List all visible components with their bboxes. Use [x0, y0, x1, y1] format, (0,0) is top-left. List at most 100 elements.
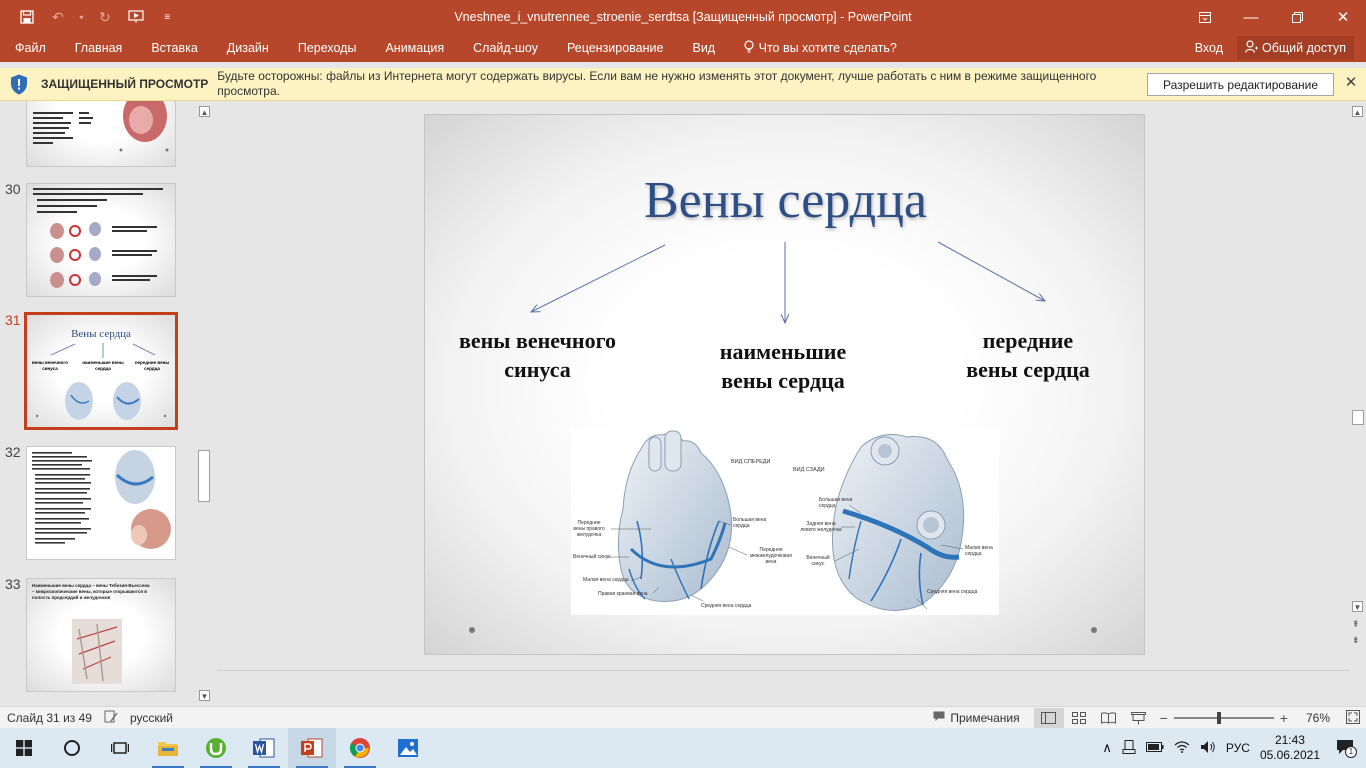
task-view-icon[interactable]: [96, 728, 144, 768]
zoom-level[interactable]: 76%: [1306, 711, 1330, 725]
tab-transitions[interactable]: Переходы: [283, 41, 371, 55]
battery-icon[interactable]: [1145, 741, 1164, 755]
scroll-down-icon[interactable]: ▼: [1352, 601, 1363, 612]
tab-home[interactable]: Главная: [60, 41, 137, 55]
signin-link[interactable]: Вход: [1195, 41, 1223, 55]
photos-icon[interactable]: [384, 728, 432, 768]
usb-device-icon[interactable]: [1122, 739, 1136, 757]
heart-veins-illustration[interactable]: ВИД СПЕРЕДИ ВИД СЗАДИ Передние вены прав…: [571, 429, 999, 615]
close-icon[interactable]: ✕: [1343, 75, 1359, 91]
windows-start-icon[interactable]: [0, 728, 48, 768]
label-coronary-sinus-veins[interactable]: вены венечного синуса: [435, 326, 640, 384]
scroll-up-icon[interactable]: ▲: [1352, 106, 1363, 117]
tab-view[interactable]: Вид: [678, 41, 730, 55]
tab-animations[interactable]: Анимация: [371, 41, 459, 55]
word-icon[interactable]: [240, 728, 288, 768]
powerpoint-icon[interactable]: [288, 728, 336, 768]
thumb-label-center: наименьшие вены сердца: [82, 360, 124, 371]
tab-insert[interactable]: Вставка: [137, 41, 212, 55]
input-language[interactable]: РУС: [1226, 741, 1250, 755]
restore-icon[interactable]: [1274, 0, 1320, 34]
clock-date: 05.06.2021: [1259, 748, 1320, 762]
tab-slideshow[interactable]: Слайд-шоу: [459, 41, 553, 55]
language-indicator[interactable]: русский: [130, 711, 173, 725]
ribbon-display-options-icon[interactable]: [1182, 0, 1228, 34]
label-anterior-veins[interactable]: передние вены сердца: [933, 326, 1123, 384]
protected-view-message: Будьте осторожны: файлы из Интернета мог…: [217, 69, 1097, 98]
slide-sorter-icon[interactable]: [1064, 708, 1094, 728]
slide-thumbnail-33[interactable]: Наименьшие вены сердца – вены Тебезия-Вь…: [26, 578, 176, 692]
label-left-line1: вены венечного: [458, 328, 617, 353]
slideshow-view-icon[interactable]: [1124, 708, 1154, 728]
slide-thumbnail-pane: 30 31 Вены сердца вены венечного синуса …: [0, 101, 213, 706]
diag-ant-interventricular: Передняя межжелудочковая вена: [749, 547, 793, 565]
fit-to-window-icon[interactable]: [1346, 709, 1360, 727]
notes-separator[interactable]: [217, 670, 1349, 671]
next-slide-icon[interactable]: ⇟: [1352, 635, 1360, 646]
zoom-slider[interactable]: [1173, 712, 1274, 724]
notes-icon: [933, 711, 945, 725]
notes-button[interactable]: Примечания: [933, 711, 1020, 725]
scroll-thumb[interactable]: [198, 450, 210, 502]
ribbon-tabs: Файл Главная Вставка Дизайн Переходы Ани…: [0, 34, 1366, 62]
diag-middle-vein: Средняя вена сердца: [701, 603, 752, 609]
clock-time: 21:43: [1274, 733, 1305, 747]
diag-right-marginal: Правая краевая вена: [598, 591, 648, 597]
slide-thumbnail-30[interactable]: [26, 183, 176, 297]
normal-view-icon[interactable]: [1033, 708, 1064, 728]
previous-slide-icon[interactable]: ⇞: [1352, 619, 1360, 630]
diag-great-vein: Большая вена сердца: [733, 517, 767, 529]
notifications-icon[interactable]: 1: [1336, 739, 1357, 758]
label-right-line1: передние: [982, 328, 1074, 353]
minimize-icon[interactable]: —: [1228, 0, 1274, 34]
undo-icon[interactable]: ↶: [45, 5, 70, 29]
customize-qat-icon[interactable]: ≡: [155, 5, 180, 29]
tell-me-box[interactable]: Что вы хотите сделать?: [730, 39, 897, 57]
tab-file[interactable]: Файл: [0, 41, 60, 55]
share-label: Общий доступ: [1262, 41, 1346, 55]
person-icon: [1244, 40, 1259, 56]
diag-view-front: ВИД СПЕРЕДИ: [731, 459, 771, 465]
diag-small-vein: Малая вена сердца: [583, 577, 629, 583]
volume-icon[interactable]: [1200, 740, 1216, 757]
utorrent-icon[interactable]: [192, 728, 240, 768]
slide-vertical-scrollbar[interactable]: ▲ ▼ ⇞ ⇟: [1349, 101, 1366, 706]
redo-icon[interactable]: ↻: [92, 5, 117, 29]
slide-counter[interactable]: Слайд 31 из 49: [7, 711, 92, 725]
slide-thumbnail-29[interactable]: [26, 101, 176, 167]
save-icon[interactable]: [14, 5, 39, 29]
close-icon[interactable]: ✕: [1320, 0, 1366, 34]
zoom-slider-knob[interactable]: [1216, 712, 1221, 724]
chevron-down-icon[interactable]: ▾: [77, 5, 87, 29]
reading-view-icon[interactable]: [1094, 708, 1124, 728]
chrome-icon[interactable]: [336, 728, 384, 768]
zoom-out-icon[interactable]: −: [1160, 710, 1168, 726]
label-smallest-veins[interactable]: наименьшие вены сердца: [683, 337, 883, 395]
label-right-line2: вены сердца: [966, 357, 1090, 382]
thumbnail-scrollbar[interactable]: ▲ ▼: [196, 101, 213, 706]
slide-canvas[interactable]: Вены сердца вены венечного синуса наимен…: [424, 114, 1145, 655]
enable-editing-button[interactable]: Разрешить редактирование: [1147, 73, 1334, 96]
diag-view-back: ВИД СЗАДИ: [793, 467, 825, 473]
scroll-thumb[interactable]: [1352, 410, 1364, 425]
lightbulb-icon: [744, 39, 754, 57]
window-controls: — ✕: [1182, 0, 1366, 34]
slide-thumbnail-32[interactable]: [26, 446, 176, 560]
slideshow-from-start-icon[interactable]: [123, 5, 148, 29]
chevron-up-icon[interactable]: ∧: [1102, 740, 1112, 756]
file-explorer-icon[interactable]: [144, 728, 192, 768]
slide-thumbnail-31[interactable]: Вены сердца вены венечного синуса наимен…: [24, 312, 178, 430]
tab-review[interactable]: Рецензирование: [552, 41, 678, 55]
thumb-label-left: вены венечного синуса: [32, 360, 68, 371]
scroll-up-icon[interactable]: ▲: [199, 106, 210, 117]
zoom-in-icon[interactable]: +: [1280, 710, 1288, 726]
slide-decoration-dot-right: [1091, 627, 1097, 633]
wifi-icon[interactable]: [1174, 740, 1190, 756]
search-icon[interactable]: [48, 728, 96, 768]
spell-check-icon[interactable]: [104, 710, 118, 726]
tab-design[interactable]: Дизайн: [212, 41, 283, 55]
share-button[interactable]: Общий доступ: [1237, 36, 1354, 60]
protected-view-bar: ЗАЩИЩЕННЫЙ ПРОСМОТР Будьте осторожны: фа…: [0, 68, 1366, 101]
scroll-down-icon[interactable]: ▼: [199, 690, 210, 701]
clock[interactable]: 21:43 05.06.2021: [1260, 733, 1320, 763]
